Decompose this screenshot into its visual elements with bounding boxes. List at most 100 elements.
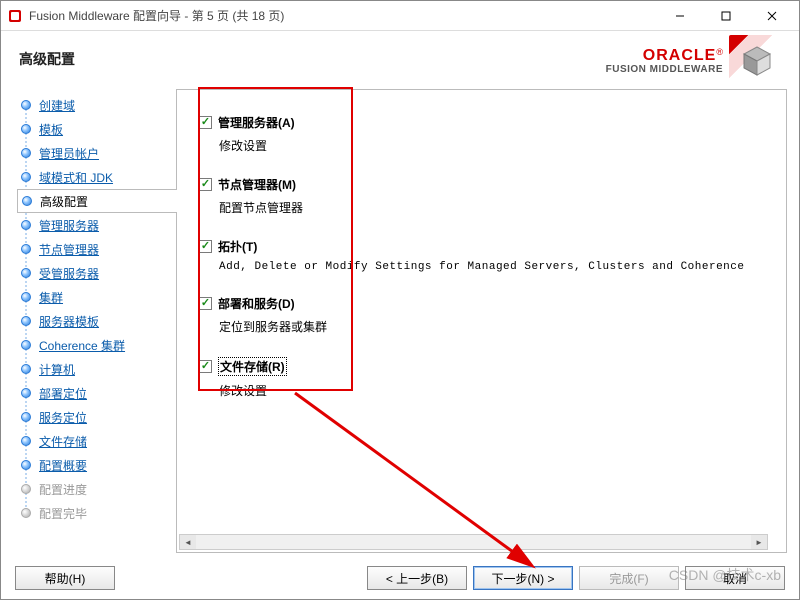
nav-step-7[interactable]: 受管服务器 [17,261,176,285]
nav-step-label[interactable]: 集群 [39,289,63,306]
back-button[interactable]: < 上一步(B) [367,566,467,590]
nav-dot-icon [21,268,31,278]
wizard-nav: 创建域模板管理员帐户域模式和 JDK 高级配置管理服务器节点管理器受管服务器集群服… [1,87,176,557]
option-checkbox[interactable] [199,240,212,253]
nav-dot-icon [21,220,31,230]
nav-dot-icon [21,148,31,158]
nav-step-label[interactable]: 节点管理器 [39,241,99,258]
nav-step-label[interactable]: 创建域 [39,97,75,114]
nav-step-13[interactable]: 服务定位 [17,405,176,429]
nav-step-label[interactable]: 管理员帐户 [39,145,99,162]
nav-dot-icon [21,364,31,374]
nav-step-label[interactable]: 服务器模板 [39,313,99,330]
nav-step-label[interactable]: 域模式和 JDK [39,169,113,186]
nav-dot-icon [21,340,31,350]
nav-dot-icon [21,244,31,254]
nav-step-label[interactable]: 计算机 [39,361,75,378]
app-icon [7,8,23,24]
nav-step-1[interactable]: 模板 [17,117,176,141]
nav-step-label[interactable]: 配置概要 [39,457,87,474]
window-title: Fusion Middleware 配置向导 - 第 5 页 (共 18 页) [29,7,657,24]
option-label[interactable]: 文件存储(R) [218,357,287,376]
option-group-1: 节点管理器(M) 配置节点管理器 [199,176,774,216]
option-group-4: 文件存储(R) 修改设置 [199,357,774,399]
nav-step-label[interactable]: 文件存储 [39,433,87,450]
nav-dot-icon [21,316,31,326]
nav-step-11[interactable]: 计算机 [17,357,176,381]
page-title: 高级配置 [19,49,75,69]
nav-step-label[interactable]: Coherence 集群 [39,337,125,354]
nav-step-14[interactable]: 文件存储 [17,429,176,453]
option-description: Add, Delete or Modify Settings for Manag… [219,261,774,273]
brand-logo-icon [729,35,785,87]
header: 高级配置 ORACLE® FUSION MIDDLEWARE [1,31,799,87]
nav-step-label[interactable]: 高级配置 [40,193,88,210]
nav-step-0[interactable]: 创建域 [17,93,176,117]
brand-text: ORACLE® FUSION MIDDLEWARE [606,47,723,76]
nav-step-9[interactable]: 服务器模板 [17,309,176,333]
scroll-right-button[interactable]: ► [751,535,767,549]
finish-button: 完成(F) [579,566,679,590]
option-label[interactable]: 节点管理器(M) [218,176,296,193]
main-panel: 管理服务器(A)修改设置节点管理器(M)配置节点管理器拓扑(T)Add, Del… [176,89,787,553]
nav-step-label[interactable]: 模板 [39,121,63,138]
option-checkbox[interactable] [199,360,212,373]
nav-dot-icon [21,100,31,110]
option-description: 定位到服务器或集群 [219,318,774,335]
option-label[interactable]: 部署和服务(D) [218,295,295,312]
nav-step-label: 配置完毕 [39,505,87,522]
help-button[interactable]: 帮助(H) [15,566,115,590]
options-panel: 管理服务器(A)修改设置节点管理器(M)配置节点管理器拓扑(T)Add, Del… [177,90,786,552]
nav-step-16: 配置进度 [17,477,176,501]
close-button[interactable] [749,1,795,31]
brand-oracle: ORACLE [643,47,717,64]
option-checkbox[interactable] [199,178,212,191]
body: 创建域模板管理员帐户域模式和 JDK 高级配置管理服务器节点管理器受管服务器集群服… [1,87,799,557]
nav-step-label[interactable]: 部署定位 [39,385,87,402]
maximize-button[interactable] [703,1,749,31]
footer: 帮助(H) < 上一步(B) 下一步(N) > 完成(F) 取消 [1,557,799,599]
option-group-2: 拓扑(T) Add, Delete or Modify Settings for … [199,238,774,273]
option-checkbox[interactable] [199,116,212,129]
nav-step-17: 配置完毕 [17,501,176,525]
nav-step-12[interactable]: 部署定位 [17,381,176,405]
nav-dot-icon [21,484,31,494]
minimize-button[interactable] [657,1,703,31]
nav-dot-icon [21,388,31,398]
nav-step-10[interactable]: Coherence 集群 [17,333,176,357]
nav-step-6[interactable]: 节点管理器 [17,237,176,261]
option-description: 配置节点管理器 [219,199,774,216]
option-group-0: 管理服务器(A) 修改设置 [199,114,774,154]
option-description: 修改设置 [219,137,774,154]
nav-dot-icon [21,460,31,470]
nav-dot-icon [21,172,31,182]
titlebar: Fusion Middleware 配置向导 - 第 5 页 (共 18 页) [1,1,799,31]
scroll-left-button[interactable]: ◄ [180,535,196,549]
option-label[interactable]: 管理服务器(A) [218,114,295,131]
cancel-button[interactable]: 取消 [685,566,785,590]
nav-dot-icon [21,412,31,422]
nav-step-4[interactable]: 高级配置 [17,189,177,213]
nav-step-3[interactable]: 域模式和 JDK [17,165,176,189]
brand-product: FUSION MIDDLEWARE [606,64,723,75]
nav-dot-icon [21,436,31,446]
scroll-track[interactable] [196,535,751,549]
nav-dot-icon [21,292,31,302]
wizard-window: Fusion Middleware 配置向导 - 第 5 页 (共 18 页) … [0,0,800,600]
horizontal-scrollbar[interactable]: ◄ ► [179,534,768,550]
nav-step-2[interactable]: 管理员帐户 [17,141,176,165]
next-button[interactable]: 下一步(N) > [473,566,573,590]
nav-dot-icon [21,508,31,518]
nav-step-label[interactable]: 服务定位 [39,409,87,426]
option-description: 修改设置 [219,382,774,399]
option-label[interactable]: 拓扑(T) [218,238,257,255]
window-controls [657,1,795,31]
nav-dot-icon [21,124,31,134]
nav-step-5[interactable]: 管理服务器 [17,213,176,237]
nav-step-8[interactable]: 集群 [17,285,176,309]
nav-step-15[interactable]: 配置概要 [17,453,176,477]
nav-step-label[interactable]: 受管服务器 [39,265,99,282]
option-checkbox[interactable] [199,297,212,310]
nav-step-label[interactable]: 管理服务器 [39,217,99,234]
option-group-3: 部署和服务(D) 定位到服务器或集群 [199,295,774,335]
